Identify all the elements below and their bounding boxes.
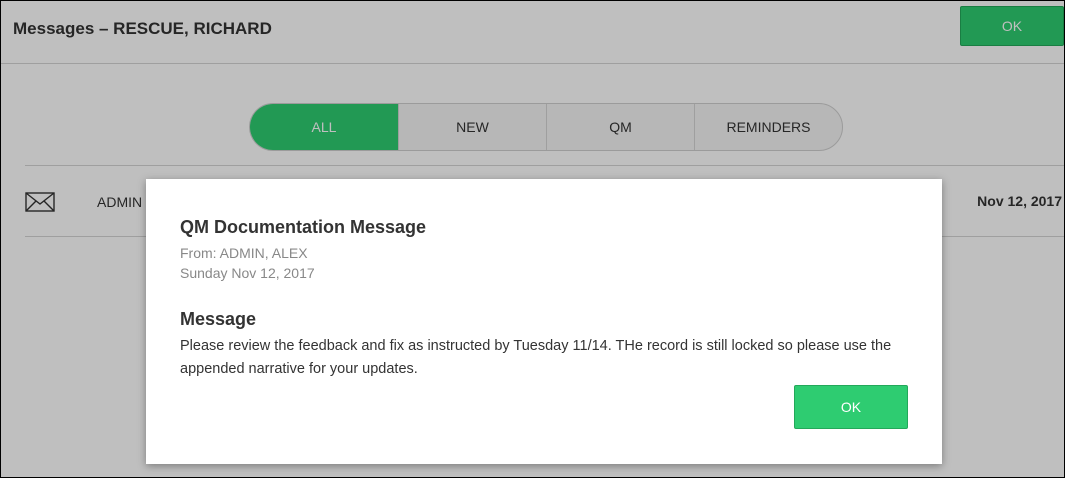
dialog-from: From: ADMIN, ALEX [180, 245, 308, 261]
dialog-date: Sunday Nov 12, 2017 [180, 265, 315, 281]
dialog-message-heading: Message [180, 309, 257, 329]
dialog-message-body: Please review the feedback and fix as in… [180, 338, 892, 377]
app-window: Messages – RESCUE, RICHARD OK ALL NEW QM… [0, 0, 1065, 478]
dialog-ok-button[interactable]: OK [794, 385, 908, 429]
dialog-title: QM Documentation Message [180, 217, 427, 237]
message-dialog: QM Documentation Message From: ADMIN, AL… [146, 179, 942, 464]
